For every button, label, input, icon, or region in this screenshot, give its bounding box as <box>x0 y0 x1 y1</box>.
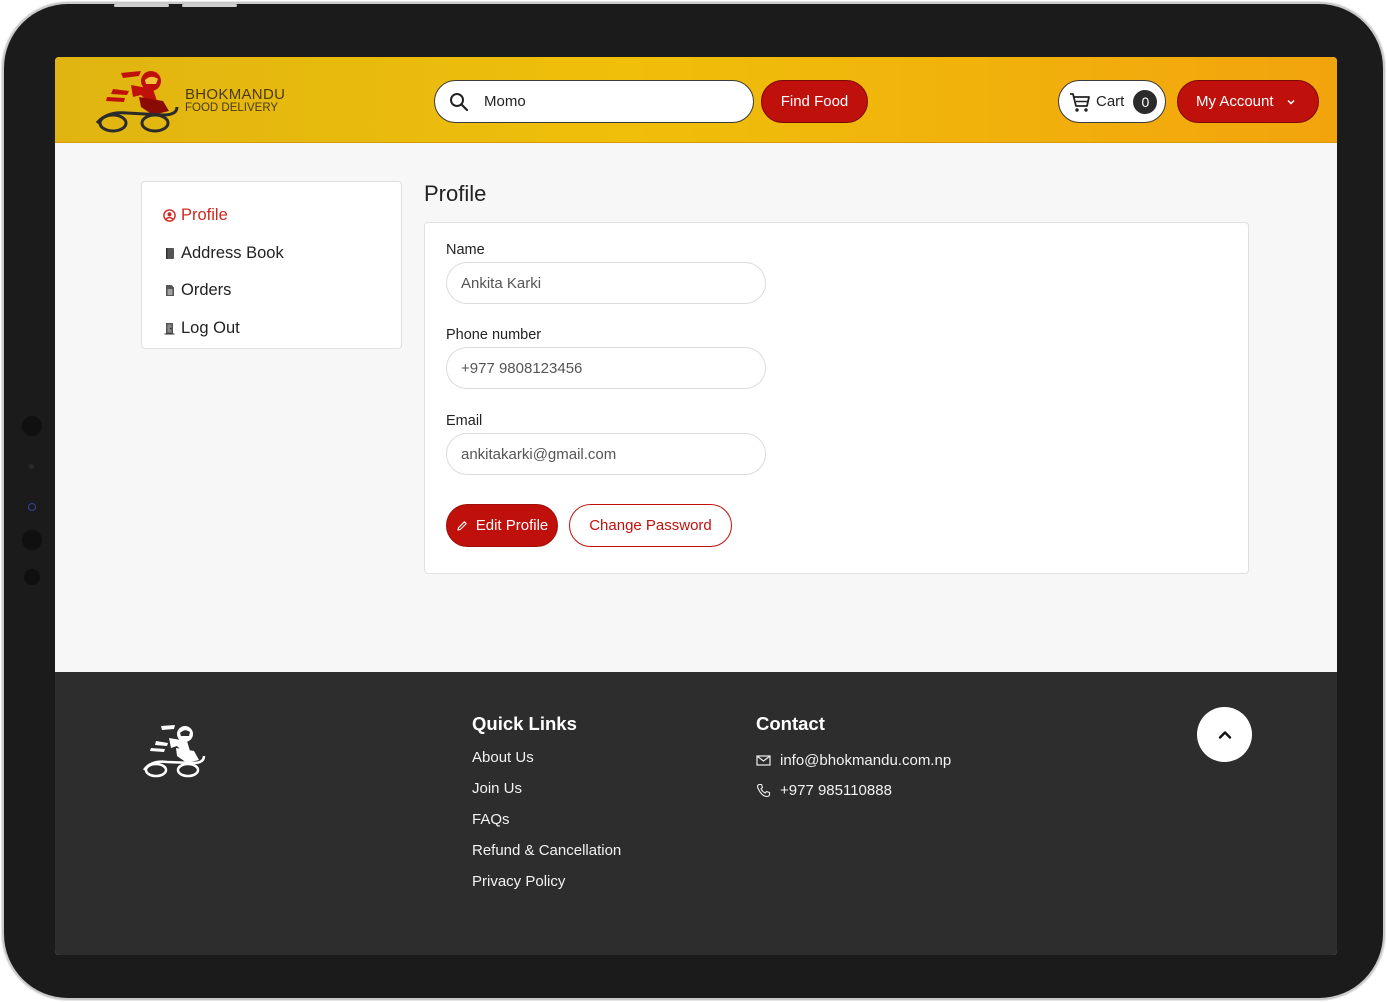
brand-wordmark: BHOKMANDU FOOD DELIVERY <box>185 87 285 115</box>
footer-link-refund[interactable]: Refund & Cancellation <box>472 842 621 859</box>
change-password-button[interactable]: Change Password <box>569 504 732 547</box>
camera-sensor <box>29 464 34 469</box>
brand-name: BHOKMANDU <box>185 86 286 103</box>
brand-tagline: FOOD DELIVERY <box>185 102 279 114</box>
chevron-up-icon <box>1218 730 1231 739</box>
cart-label: Cart <box>1096 93 1125 110</box>
my-account-label: My Account <box>1196 93 1274 110</box>
scroll-to-top-button[interactable] <box>1197 707 1252 762</box>
sidebar-item-address-book[interactable]: Address Book <box>142 235 401 273</box>
cart-icon <box>1070 92 1090 112</box>
sidebar-item-label: Log Out <box>181 318 240 337</box>
contact-phone[interactable]: +977 985110888 <box>756 782 892 799</box>
contact-email-text: info@bhokmandu.com.np <box>780 752 952 769</box>
footer-link-join[interactable]: Join Us <box>472 780 522 797</box>
pencil-icon <box>457 520 467 531</box>
sidebar-item-profile[interactable]: Profile <box>142 197 401 235</box>
sidebar-item-orders[interactable]: Orders <box>142 272 401 310</box>
cart-count-badge: 0 <box>1133 89 1158 114</box>
book-icon <box>166 247 174 259</box>
account-sidebar: Profile Address Book Orders Log Out <box>141 181 402 349</box>
page-title: Profile <box>424 181 487 206</box>
search-bar[interactable] <box>434 80 754 123</box>
footer-link-about[interactable]: About Us <box>472 749 534 766</box>
hardware-button <box>114 4 169 7</box>
email-label: Email <box>446 413 483 429</box>
phone-label: Phone number <box>446 327 542 343</box>
edit-profile-button[interactable]: Edit Profile <box>446 504 558 547</box>
camera-sensor <box>22 530 42 550</box>
find-food-button[interactable]: Find Food <box>761 80 868 123</box>
mail-icon <box>756 755 771 766</box>
footer-link-privacy[interactable]: Privacy Policy <box>472 873 565 890</box>
sidebar-item-label: Address Book <box>181 243 284 262</box>
tablet-frame: BHOKMANDU FOOD DELIVERY Find Food Ca <box>4 4 1383 998</box>
document-icon <box>166 285 174 297</box>
phone-field[interactable] <box>446 347 766 389</box>
footer: Quick Links About Us Join Us FAQs Refund… <box>55 672 1337 955</box>
phone-icon <box>756 783 771 798</box>
sidebar-item-log-out[interactable]: Log Out <box>142 310 401 348</box>
door-icon <box>164 322 175 335</box>
camera-sensor <box>24 569 40 585</box>
camera-sensor <box>28 503 36 511</box>
my-account-button[interactable]: My Account <box>1177 80 1319 123</box>
name-field[interactable] <box>446 262 766 304</box>
search-icon <box>450 92 469 111</box>
rider-logo-icon <box>142 725 206 778</box>
chevron-down-icon <box>1287 99 1295 105</box>
search-input[interactable] <box>484 93 724 110</box>
rider-logo-icon[interactable] <box>93 67 183 135</box>
edit-profile-label: Edit Profile <box>475 517 549 534</box>
sidebar-item-label: Orders <box>181 281 232 300</box>
sidebar-item-label: Profile <box>181 206 228 225</box>
email-field[interactable] <box>446 433 766 475</box>
camera-sensor <box>22 416 42 436</box>
cart-button[interactable]: Cart 0 <box>1058 80 1166 123</box>
profile-card: Name Phone number Email Edit Profile Cha… <box>424 222 1249 574</box>
screen: BHOKMANDU FOOD DELIVERY Find Food Ca <box>55 57 1337 955</box>
footer-link-faqs[interactable]: FAQs <box>472 811 510 828</box>
contact-email[interactable]: info@bhokmandu.com.np <box>756 752 951 769</box>
contact-heading: Contact <box>756 713 825 734</box>
name-label: Name <box>446 242 485 258</box>
quick-links-heading: Quick Links <box>472 713 577 734</box>
user-circle-icon <box>163 209 176 223</box>
contact-phone-text: +977 985110888 <box>780 782 892 799</box>
top-navbar: BHOKMANDU FOOD DELIVERY Find Food Ca <box>55 57 1337 143</box>
hardware-button <box>182 4 237 7</box>
